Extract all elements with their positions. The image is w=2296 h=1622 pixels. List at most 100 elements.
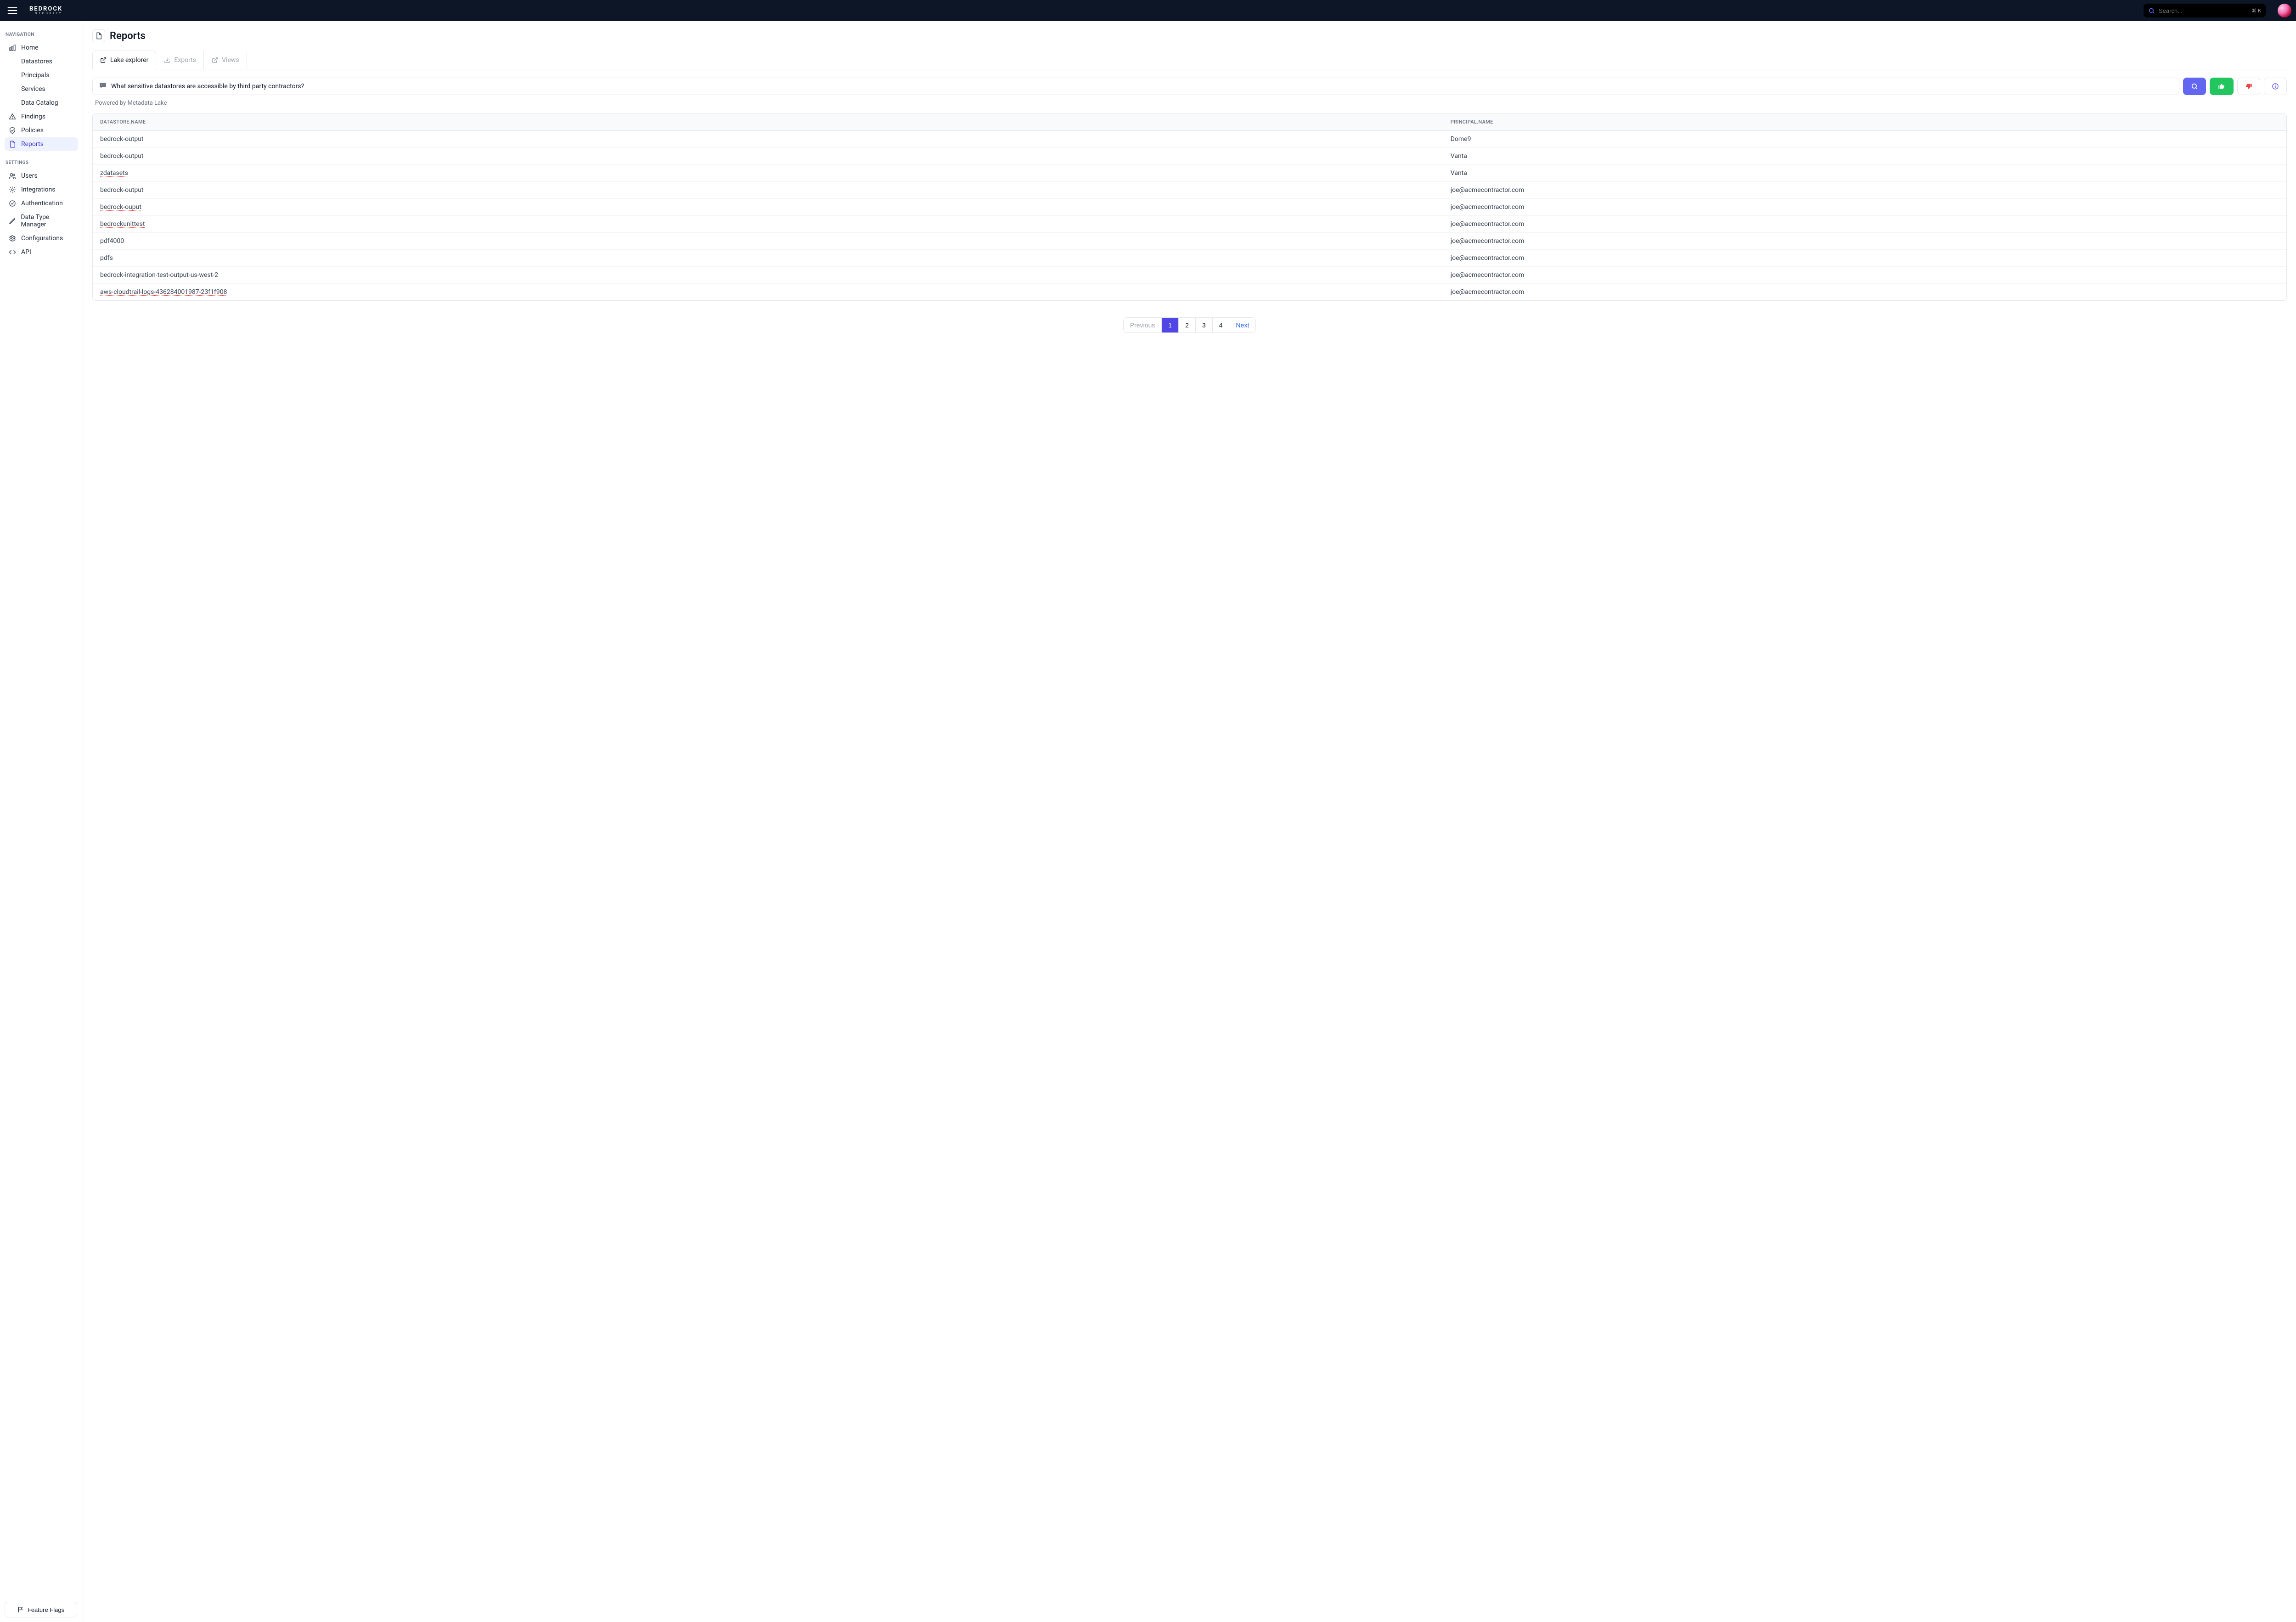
sidebar-item-home[interactable]: Home — [5, 41, 78, 55]
tabs: Lake explorer Exports Views — [92, 51, 2287, 69]
cell-principal: joe@acmecontractor.com — [1443, 267, 2286, 284]
page-2[interactable]: 2 — [1179, 318, 1196, 332]
table-row[interactable]: bedrock-outputVanta — [93, 148, 2286, 165]
search-icon — [2191, 83, 2198, 90]
flag-icon — [17, 1606, 24, 1613]
table-row[interactable]: bedrock-outputDome9 — [93, 131, 2286, 148]
table-row[interactable]: pdfsjoe@acmecontractor.com — [93, 250, 2286, 267]
sidebar-item-authentication[interactable]: Authentication — [5, 197, 78, 210]
table-row[interactable]: bedrock-outputjoe@acmecontractor.com — [93, 182, 2286, 199]
code-icon — [8, 248, 17, 256]
thumbs-up-icon — [2218, 83, 2225, 90]
column-header-datastore[interactable]: DATASTORE.NAME — [93, 113, 1443, 131]
cell-datastore: bedrock-output — [93, 182, 1443, 199]
sidebar-item-label: Reports — [21, 141, 44, 148]
cell-principal: joe@acmecontractor.com — [1443, 216, 2286, 233]
cell-datastore: aws-cloudtrail-logs-436284001987-23f1f90… — [93, 284, 1443, 301]
search-shortcut: ⌘ K — [2251, 8, 2261, 14]
page-title: Reports — [110, 30, 146, 42]
settings-icon — [8, 235, 17, 242]
sidebar-item-datastores[interactable]: Datastores — [5, 55, 78, 68]
section-settings-title: SETTINGS — [6, 160, 78, 165]
table-row[interactable]: bedrock-ouputjoe@acmecontractor.com — [93, 199, 2286, 216]
table-row[interactable]: bedrockunittestjoe@acmecontractor.com — [93, 216, 2286, 233]
file-icon — [95, 32, 102, 39]
tab-label: Lake explorer — [110, 56, 148, 64]
info-icon — [2272, 83, 2279, 90]
menu-toggle[interactable] — [2, 0, 23, 21]
file-icon — [8, 141, 17, 148]
cell-principal: joe@acmecontractor.com — [1443, 199, 2286, 216]
main: Reports Lake explorer Exports Views What — [83, 21, 2296, 1622]
powered-by-text: Powered by Metadata Lake — [95, 100, 2286, 107]
sidebar-item-integrations[interactable]: Integrations — [5, 183, 78, 197]
sidebar-item-label: Configurations — [21, 235, 63, 242]
global-search[interactable]: ⌘ K — [2144, 4, 2266, 17]
sidebar-item-findings[interactable]: Findings — [5, 110, 78, 124]
sidebar-item-users[interactable]: Users — [5, 169, 78, 183]
column-header-principal[interactable]: PRINCIPAL.NAME — [1443, 113, 2286, 131]
sidebar-item-data-catalog[interactable]: Data Catalog — [5, 96, 78, 110]
tab-lake-explorer[interactable]: Lake explorer — [92, 51, 156, 69]
logo-main: BEDROCK — [29, 6, 62, 12]
sidebar-item-api[interactable]: API — [5, 245, 78, 259]
table-row[interactable]: aws-cloudtrail-logs-436284001987-23f1f90… — [93, 284, 2286, 301]
cell-datastore: zdatasets — [93, 165, 1443, 182]
thumbs-down-button[interactable] — [2237, 78, 2260, 95]
table-row[interactable]: pdf4000joe@acmecontractor.com — [93, 233, 2286, 250]
table-row[interactable]: bedrock-integration-test-output-us-west-… — [93, 267, 2286, 284]
pencil-icon — [8, 217, 16, 225]
table-row[interactable]: zdatasetsVanta — [93, 165, 2286, 182]
cell-datastore: bedrock-output — [93, 131, 1443, 148]
page-header: Reports — [92, 29, 2287, 42]
feature-flags-button[interactable]: Feature Flags — [5, 1602, 77, 1617]
query-bar: What sensitive datastores are accessible… — [92, 78, 2287, 95]
avatar[interactable] — [2278, 4, 2291, 17]
cell-principal: joe@acmecontractor.com — [1443, 250, 2286, 267]
thumbs-down-icon — [2245, 83, 2252, 90]
sidebar-item-label: Home — [21, 44, 39, 51]
sidebar-item-services[interactable]: Services — [5, 82, 78, 96]
alert-triangle-icon — [8, 113, 17, 120]
users-icon — [8, 172, 17, 180]
page-4[interactable]: 4 — [1213, 318, 1230, 332]
page-next[interactable]: Next — [1229, 318, 1255, 332]
info-button[interactable] — [2264, 78, 2287, 95]
sidebar-item-data-type-manager[interactable]: Data Type Manager — [5, 210, 78, 231]
bar-chart-icon — [8, 44, 17, 51]
sidebar-item-label: Principals — [21, 72, 50, 79]
page-previous[interactable]: Previous — [1124, 318, 1162, 332]
sidebar-item-label: Policies — [21, 127, 44, 134]
cell-datastore: bedrockunittest — [93, 216, 1443, 233]
sidebar-item-label: Authentication — [21, 200, 63, 207]
query-input-wrapper[interactable]: What sensitive datastores are accessible… — [92, 78, 2179, 95]
sidebar: NAVIGATION Home Datastores Principals Se… — [0, 21, 83, 1622]
tab-exports[interactable]: Exports — [156, 51, 204, 69]
section-nav-title: NAVIGATION — [6, 32, 78, 37]
cell-principal: Dome9 — [1443, 131, 2286, 148]
logo: BEDROCK SECURITY — [29, 6, 62, 15]
sidebar-item-label: Findings — [21, 113, 45, 120]
cell-datastore: pdfs — [93, 250, 1443, 267]
pagination: Previous1234Next — [92, 317, 2287, 333]
results-table: DATASTORE.NAME PRINCIPAL.NAME bedrock-ou… — [92, 113, 2287, 301]
sidebar-item-reports[interactable]: Reports — [5, 137, 78, 151]
cell-datastore: pdf4000 — [93, 233, 1443, 250]
run-query-button[interactable] — [2183, 78, 2206, 95]
cell-datastore: bedrock-ouput — [93, 199, 1443, 216]
sidebar-item-principals[interactable]: Principals — [5, 68, 78, 82]
cell-principal: Vanta — [1443, 165, 2286, 182]
page-1[interactable]: 1 — [1162, 318, 1179, 332]
topbar: BEDROCK SECURITY ⌘ K — [0, 0, 2296, 21]
thumbs-up-button[interactable] — [2210, 78, 2234, 95]
query-text: What sensitive datastores are accessible… — [111, 83, 304, 90]
page-3[interactable]: 3 — [1196, 318, 1213, 332]
sidebar-item-configurations[interactable]: Configurations — [5, 231, 78, 245]
shield-check-icon — [8, 127, 17, 134]
tab-views[interactable]: Views — [204, 51, 247, 69]
cell-principal: joe@acmecontractor.com — [1443, 233, 2286, 250]
sidebar-item-policies[interactable]: Policies — [5, 124, 78, 137]
feature-flags-label: Feature Flags — [28, 1606, 64, 1613]
search-icon — [2148, 7, 2155, 14]
search-input[interactable] — [2159, 7, 2251, 14]
